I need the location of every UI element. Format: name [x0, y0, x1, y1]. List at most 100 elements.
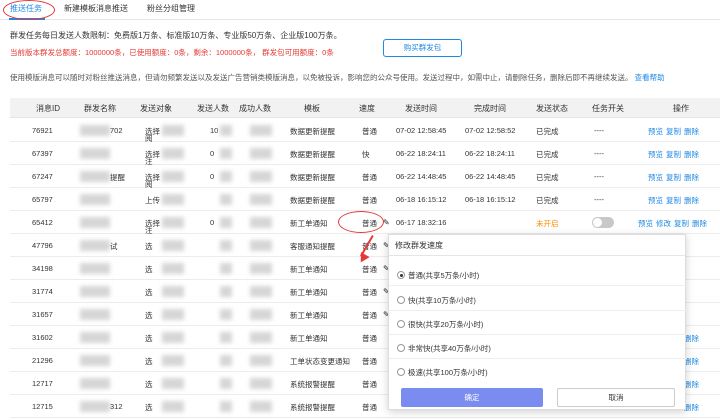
col-header: 速度 — [359, 104, 375, 113]
row-action-link[interactable]: 复制 — [666, 150, 681, 159]
status-text: 已完成 — [536, 127, 559, 136]
done-time: 06-22 18:24:11 — [465, 149, 515, 158]
redacted-count — [220, 217, 232, 228]
row-action-link[interactable]: 删除 — [684, 334, 699, 343]
radio-icon[interactable] — [397, 271, 405, 279]
status-text: 已完成 — [536, 150, 559, 159]
redacted-count — [220, 309, 232, 320]
template-name: 系统报警提醒 — [290, 403, 335, 412]
redacted-target — [162, 148, 184, 159]
task-switch-text: ---- — [594, 195, 604, 204]
done-time: 07-02 12:58:52 — [465, 126, 516, 135]
task-switch-toggle[interactable] — [592, 217, 614, 228]
row-action-link[interactable]: 删除 — [684, 173, 699, 182]
speed-option-very-fast[interactable]: 很快(共享20万条/小时) — [397, 319, 483, 330]
table-row: 65797 上传 数据更新提醒 普通 06-18 16:15:12 06-18 16:15… — [10, 188, 720, 211]
tab-fan-groups[interactable]: 粉丝分组管理 — [147, 3, 195, 14]
template-name: 系统报警提醒 — [290, 380, 335, 389]
done-time: 06-22 14:48:45 — [465, 172, 516, 181]
redacted-count — [220, 240, 232, 251]
row-action-link[interactable]: 预览 — [648, 173, 663, 182]
template-name: 工单状态变更通知 — [290, 357, 350, 366]
row-action-link[interactable]: 预览 — [648, 127, 663, 136]
radio-icon[interactable] — [397, 368, 405, 376]
divider — [389, 255, 687, 256]
confirm-button[interactable]: 确定 — [401, 388, 543, 407]
redacted-success — [250, 286, 272, 297]
message-id: 31602 — [32, 333, 53, 342]
radio-icon[interactable] — [397, 296, 405, 304]
row-action-link[interactable]: 删除 — [684, 127, 699, 136]
redacted-target — [162, 286, 184, 297]
help-link[interactable]: 查看帮助 — [635, 73, 665, 82]
option-label: 很快(共享20万条/小时) — [408, 320, 484, 329]
row-action-link[interactable]: 删除 — [684, 150, 699, 159]
template-name: 数据更新提醒 — [290, 127, 335, 136]
speed-highlight-annotation — [338, 211, 384, 233]
edit-pencil-icon[interactable]: ✎ — [383, 218, 390, 227]
task-name: 试 — [110, 242, 118, 251]
highlight-annotation — [3, 0, 55, 20]
redacted-count — [220, 125, 232, 136]
col-header: 操作 — [673, 104, 689, 113]
status-text: 未开启 — [536, 219, 559, 228]
cancel-button[interactable]: 取消 — [557, 388, 675, 407]
option-label: 非常快(共享40万条/小时) — [408, 344, 491, 353]
tab-new-template-push[interactable]: 新建模板消息推送 — [64, 3, 128, 14]
row-action-link[interactable]: 删除 — [692, 219, 707, 228]
speed-option-normal[interactable]: 普通(共享5万条/小时) — [397, 270, 479, 281]
row-action-link[interactable]: 删除 — [684, 196, 699, 205]
task-switch-text: ---- — [594, 126, 604, 135]
notice-text: 使用模版消息可以随时对粉丝推送消息，但请勿频繁发送以及发送广告营销类模版消息，以… — [10, 73, 633, 82]
row-action-link[interactable]: 预览 — [648, 150, 663, 159]
redacted-success — [250, 171, 272, 182]
row-actions: 预览 修改 复制 删除 — [638, 218, 710, 229]
message-id: 12715 — [32, 402, 53, 411]
radio-icon[interactable] — [397, 344, 405, 352]
redacted-target — [162, 332, 184, 343]
table-row: 67397 选择注 0 数据更新提醒快 06-22 18:24:11 06-22 18:2… — [10, 142, 720, 166]
task-name: 312 — [110, 402, 123, 411]
row-action-link[interactable]: 删除 — [684, 403, 699, 412]
redacted-count — [220, 171, 232, 182]
speed-option-max[interactable]: 极速(共享100万条/小时) — [397, 367, 488, 378]
template-name: 新工单通知 — [290, 288, 328, 297]
row-action-link[interactable]: 预览 — [638, 219, 653, 228]
row-action-link[interactable]: 删除 — [684, 380, 699, 389]
tab-bar: 推送任务 新建模板消息推送 粉丝分组管理 — [0, 0, 720, 20]
row-actions: 删除 — [684, 402, 702, 413]
redacted-success — [250, 148, 272, 159]
send-target: 选 — [145, 380, 153, 389]
radio-icon[interactable] — [397, 320, 405, 328]
message-id: 31774 — [32, 287, 53, 296]
col-header: 任务开关 — [592, 104, 624, 113]
row-action-link[interactable]: 预览 — [648, 196, 663, 205]
redacted-success — [250, 309, 272, 320]
task-name: 702 — [110, 126, 123, 135]
row-action-link[interactable]: 复制 — [666, 173, 681, 182]
redacted-target — [162, 378, 184, 389]
redacted-target — [162, 401, 184, 412]
row-action-link[interactable]: 复制 — [666, 127, 681, 136]
speed-option-fast[interactable]: 快(共享10万条/小时) — [397, 295, 476, 306]
send-target: 选 — [145, 265, 153, 274]
speed-value: 普通 — [362, 334, 377, 343]
col-header: 消息ID — [36, 104, 60, 113]
speed-value: 普通 — [362, 196, 377, 205]
send-target: 选 — [145, 403, 153, 412]
row-action-link[interactable]: 修改 — [656, 219, 671, 228]
speed-value: 普通 — [362, 173, 377, 182]
buy-package-button[interactable]: 购买群发包 — [383, 39, 462, 57]
row-action-link[interactable]: 复制 — [666, 196, 681, 205]
redacted-count — [220, 263, 232, 274]
send-target: 选 — [145, 357, 153, 366]
message-id: 47796 — [32, 241, 53, 250]
row-action-link[interactable]: 复制 — [674, 219, 689, 228]
speed-value: 普通 — [362, 127, 377, 136]
speed-option-extremely-fast[interactable]: 非常快(共享40万条/小时) — [397, 343, 491, 354]
redacted-success — [250, 125, 272, 136]
redacted-target — [162, 171, 184, 182]
redacted-name — [80, 171, 110, 182]
col-header: 发送时间 — [405, 104, 437, 113]
message-id: 65412 — [32, 218, 53, 227]
